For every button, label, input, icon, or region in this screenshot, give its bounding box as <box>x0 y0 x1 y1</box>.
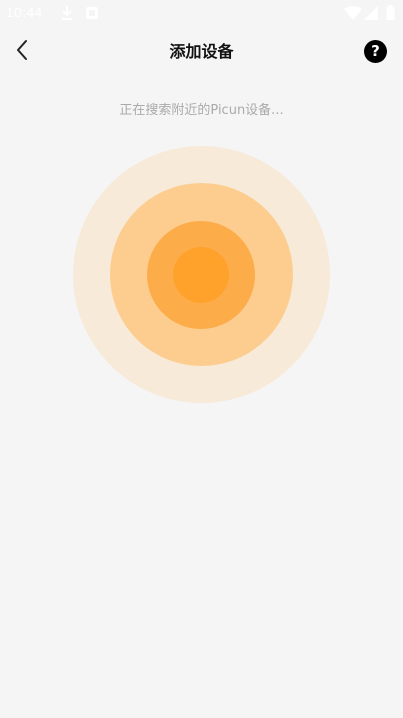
download-icon <box>60 5 74 25</box>
app-header: 添加设备 ? <box>0 26 403 78</box>
signal-icon <box>364 5 378 24</box>
page-title: 添加设备 <box>169 42 234 61</box>
back-button[interactable] <box>8 38 36 66</box>
status-time: 10:44 <box>6 4 43 20</box>
help-button[interactable]: ? <box>364 40 387 63</box>
wifi-icon <box>344 5 362 24</box>
battery-icon <box>386 5 395 24</box>
radar-ring-core <box>173 247 229 303</box>
notification-square-icon <box>85 5 99 24</box>
status-bar: 10:44 <box>0 0 403 26</box>
chevron-left-icon <box>15 39 29 65</box>
search-status-text: 正在搜索附近的Picun设备... <box>119 103 284 118</box>
